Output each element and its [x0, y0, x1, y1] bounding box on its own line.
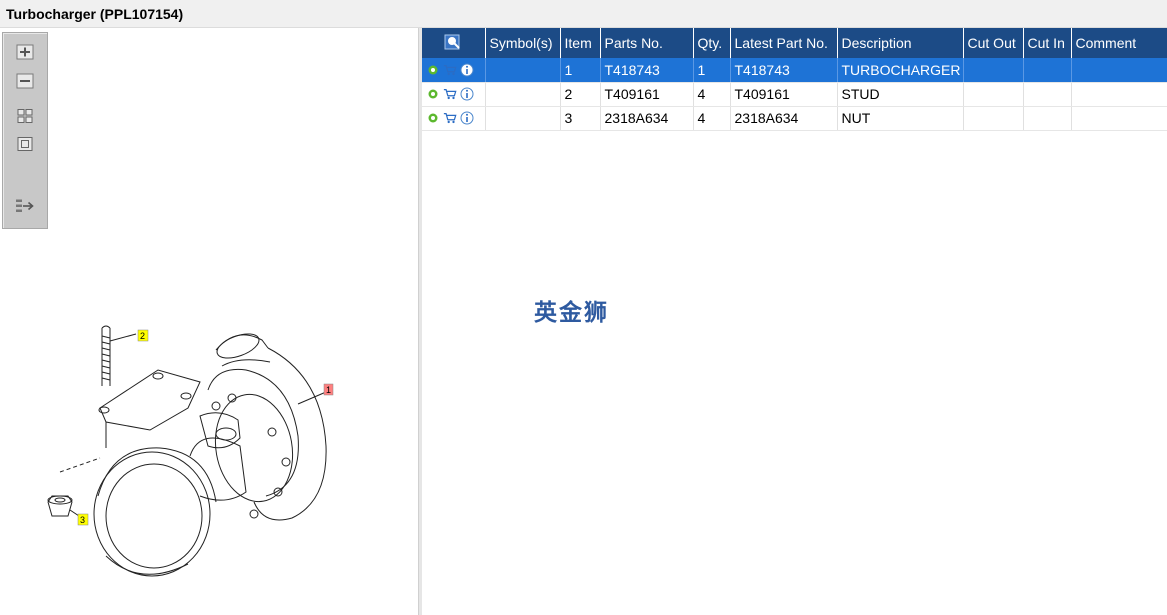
info-icon[interactable] [460, 63, 474, 77]
row-actions [422, 58, 486, 83]
zoom-in-button[interactable] [14, 42, 36, 62]
cell-latest-part-no: T418743 [730, 58, 838, 83]
column-comment[interactable]: Comment [1071, 28, 1167, 58]
row-actions [422, 106, 486, 131]
table-row[interactable]: 3 2318A634 4 2318A634 NUT [422, 106, 1167, 131]
watermark-text: 英金狮 [534, 300, 609, 326]
cell-cut-in [1023, 58, 1072, 83]
zoom-in-icon [16, 44, 34, 60]
cell-qty: 1 [693, 58, 731, 83]
cell-item: 2 [560, 82, 601, 107]
callout-1-label: 1 [326, 385, 331, 395]
cell-symbols [485, 58, 561, 83]
cell-qty: 4 [693, 82, 731, 107]
column-parts-no[interactable]: Parts No. [600, 28, 694, 58]
zoom-out-button[interactable] [14, 71, 36, 91]
info-icon[interactable] [460, 87, 474, 101]
info-icon[interactable] [460, 111, 474, 125]
cell-description: STUD [837, 82, 964, 107]
parts-table: Symbol(s) Item Parts No. Qty. Latest Par… [422, 28, 1167, 131]
column-qty[interactable]: Qty. [693, 28, 731, 58]
column-symbols[interactable]: Symbol(s) [485, 28, 561, 58]
cell-parts-no: T418743 [600, 58, 694, 83]
column-cut-out[interactable]: Cut Out [963, 28, 1024, 58]
fit-all-icon [17, 109, 33, 123]
cart-icon[interactable] [443, 111, 457, 125]
cell-parts-no: T409161 [600, 82, 694, 107]
column-latest-part-no[interactable]: Latest Part No. [730, 28, 838, 58]
gear-icon[interactable] [426, 111, 440, 125]
gear-icon[interactable] [426, 63, 440, 77]
turbocharger-drawing[interactable]: 2 1 3 [40, 296, 340, 586]
table-row[interactable]: 1 T418743 1 T418743 TURBOCHARGER [422, 58, 1167, 83]
cell-cut-out [963, 82, 1024, 107]
cart-icon[interactable] [443, 63, 457, 77]
cell-description: TURBOCHARGER [837, 58, 964, 83]
zoom-out-icon [16, 73, 34, 89]
fit-all-button[interactable] [14, 106, 36, 126]
cell-latest-part-no: 2318A634 [730, 106, 838, 131]
export-button[interactable] [14, 196, 36, 216]
cell-comment [1071, 106, 1167, 131]
title-bar: Turbocharger (PPL107154) [0, 0, 1167, 28]
drawing-toolbar [2, 32, 48, 229]
gear-icon[interactable] [426, 87, 440, 101]
cell-cut-out [963, 58, 1024, 83]
callout-3-label: 3 [80, 515, 85, 525]
cell-comment [1071, 58, 1167, 83]
table-row[interactable]: 2 T409161 4 T409161 STUD [422, 82, 1167, 107]
cell-comment [1071, 82, 1167, 107]
cell-description: NUT [837, 106, 964, 131]
cell-latest-part-no: T409161 [730, 82, 838, 107]
cell-item: 3 [560, 106, 601, 131]
column-description[interactable]: Description [837, 28, 964, 58]
actual-size-button[interactable] [14, 134, 36, 154]
magnifier-icon [444, 34, 460, 49]
column-search[interactable] [422, 28, 486, 58]
cell-symbols [485, 106, 561, 131]
column-cut-in[interactable]: Cut In [1023, 28, 1072, 58]
cell-qty: 4 [693, 106, 731, 131]
cart-icon[interactable] [443, 87, 457, 101]
cell-parts-no: 2318A634 [600, 106, 694, 131]
window-title: Turbocharger (PPL107154) [6, 6, 184, 22]
callout-2-label: 2 [140, 331, 145, 341]
column-item[interactable]: Item [560, 28, 601, 58]
cell-cut-out [963, 106, 1024, 131]
cell-item: 1 [560, 58, 601, 83]
drawing-pane[interactable]: 2 1 3 [0, 28, 418, 615]
cell-symbols [485, 82, 561, 107]
row-actions [422, 82, 486, 107]
cell-cut-in [1023, 82, 1072, 107]
table-header: Symbol(s) Item Parts No. Qty. Latest Par… [422, 28, 1167, 58]
actual-size-icon [17, 137, 33, 151]
export-icon [16, 199, 34, 212]
cell-cut-in [1023, 106, 1072, 131]
